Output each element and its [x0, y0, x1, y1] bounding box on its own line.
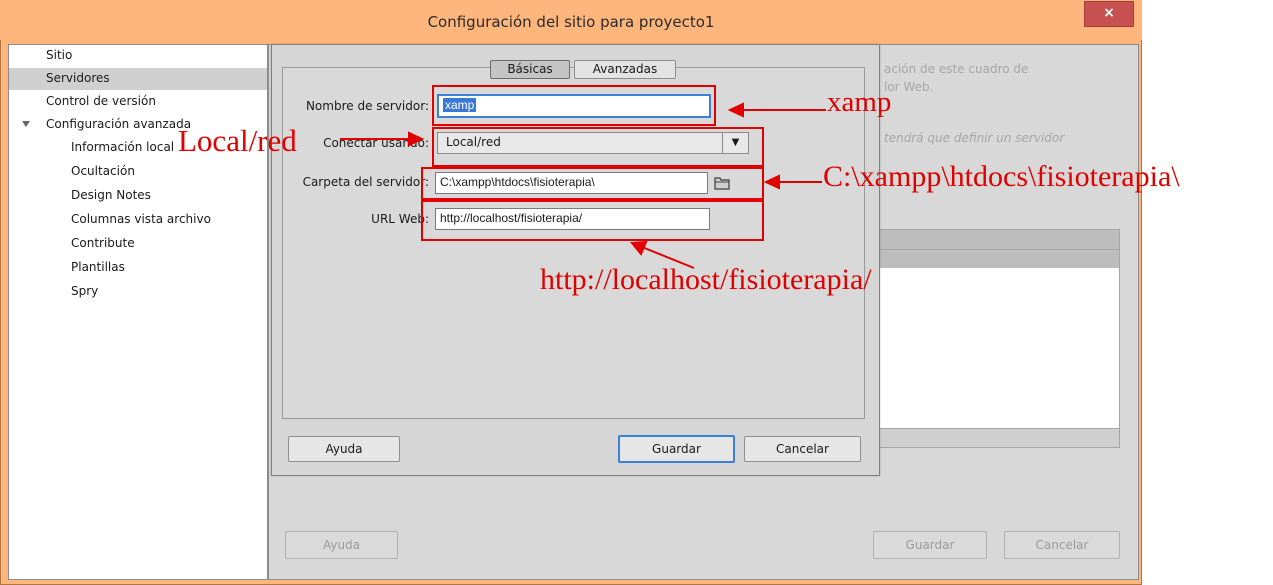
window-title: Configuración del sitio para proyecto1	[427, 13, 715, 31]
annotation-label-connect: Local/red	[178, 123, 297, 158]
sidebar-item-label: Plantillas	[71, 260, 125, 274]
sidebar-item-servidores[interactable]: Servidores	[9, 68, 267, 90]
sidebar-item-label: Servidores	[46, 71, 110, 85]
sidebar-item-label: Spry	[71, 284, 99, 298]
sidebar-item-label: Información local	[71, 140, 175, 154]
sidebar-item-plantillas[interactable]: Plantillas	[9, 257, 267, 279]
sidebar-item-contribute[interactable]: Contribute	[9, 233, 267, 255]
sidebar-item-control-version[interactable]: Control de versión	[9, 91, 267, 113]
save-button[interactable]: Guardar	[618, 435, 735, 463]
servers-table[interactable]	[878, 229, 1120, 446]
annotation-label-folder: C:\xampp\htdocs\fisioterapia\	[823, 160, 1180, 193]
sidebar-item-label: Design Notes	[71, 188, 151, 202]
servers-table-toolbar	[878, 428, 1120, 448]
table-row[interactable]	[879, 250, 1119, 268]
sidebar-item-label: Control de versión	[46, 94, 156, 108]
sidebar-item-label: Contribute	[71, 236, 135, 250]
sidebar-item-ocultacion[interactable]: Ocultación	[9, 161, 267, 183]
sidebar-item-label: Ocultación	[71, 164, 135, 178]
background-cancel-button[interactable]: Cancelar	[1004, 531, 1120, 559]
close-icon: ×	[1103, 5, 1115, 21]
servers-description-line1: ación de este cuadro de	[884, 62, 1029, 76]
expand-arrow-icon[interactable]	[22, 121, 30, 127]
sidebar-item-spry[interactable]: Spry	[9, 281, 267, 303]
servers-table-header	[879, 230, 1119, 250]
annotation-box-connect	[432, 127, 764, 167]
servers-description-line3: tendrá que definir un servidor	[884, 131, 1065, 145]
web-url-label: URL Web:	[371, 212, 429, 226]
background-help-button[interactable]: Ayuda	[285, 531, 398, 559]
annotation-box-server-name	[432, 85, 716, 126]
annotation-box-folder	[421, 167, 764, 200]
help-button[interactable]: Ayuda	[288, 436, 400, 462]
tab-basicas[interactable]: Básicas	[490, 60, 570, 79]
server-name-label: Nombre de servidor:	[305, 99, 429, 113]
annotation-box-url	[421, 200, 764, 241]
sidebar-item-label: Configuración avanzada	[46, 117, 192, 131]
sidebar-item-label: Columnas vista archivo	[71, 212, 211, 226]
cancel-button[interactable]: Cancelar	[744, 436, 861, 462]
close-button[interactable]: ×	[1084, 1, 1134, 27]
sidebar-item-columnas-vista-archivo[interactable]: Columnas vista archivo	[9, 209, 267, 231]
tab-avanzadas[interactable]: Avanzadas	[574, 60, 676, 79]
sidebar-item-label: Sitio	[46, 48, 73, 62]
annotation-label-server-name: xamp	[827, 86, 892, 118]
sidebar-item-sitio[interactable]: Sitio	[9, 45, 267, 67]
sidebar-item-design-notes[interactable]: Design Notes	[9, 185, 267, 207]
server-folder-label: Carpeta del servidor:	[302, 175, 429, 189]
background-save-button[interactable]: Guardar	[873, 531, 987, 559]
annotation-label-url: http://localhost/fisioterapia/	[540, 263, 872, 296]
connect-using-label: Conectar usando:	[323, 136, 429, 150]
